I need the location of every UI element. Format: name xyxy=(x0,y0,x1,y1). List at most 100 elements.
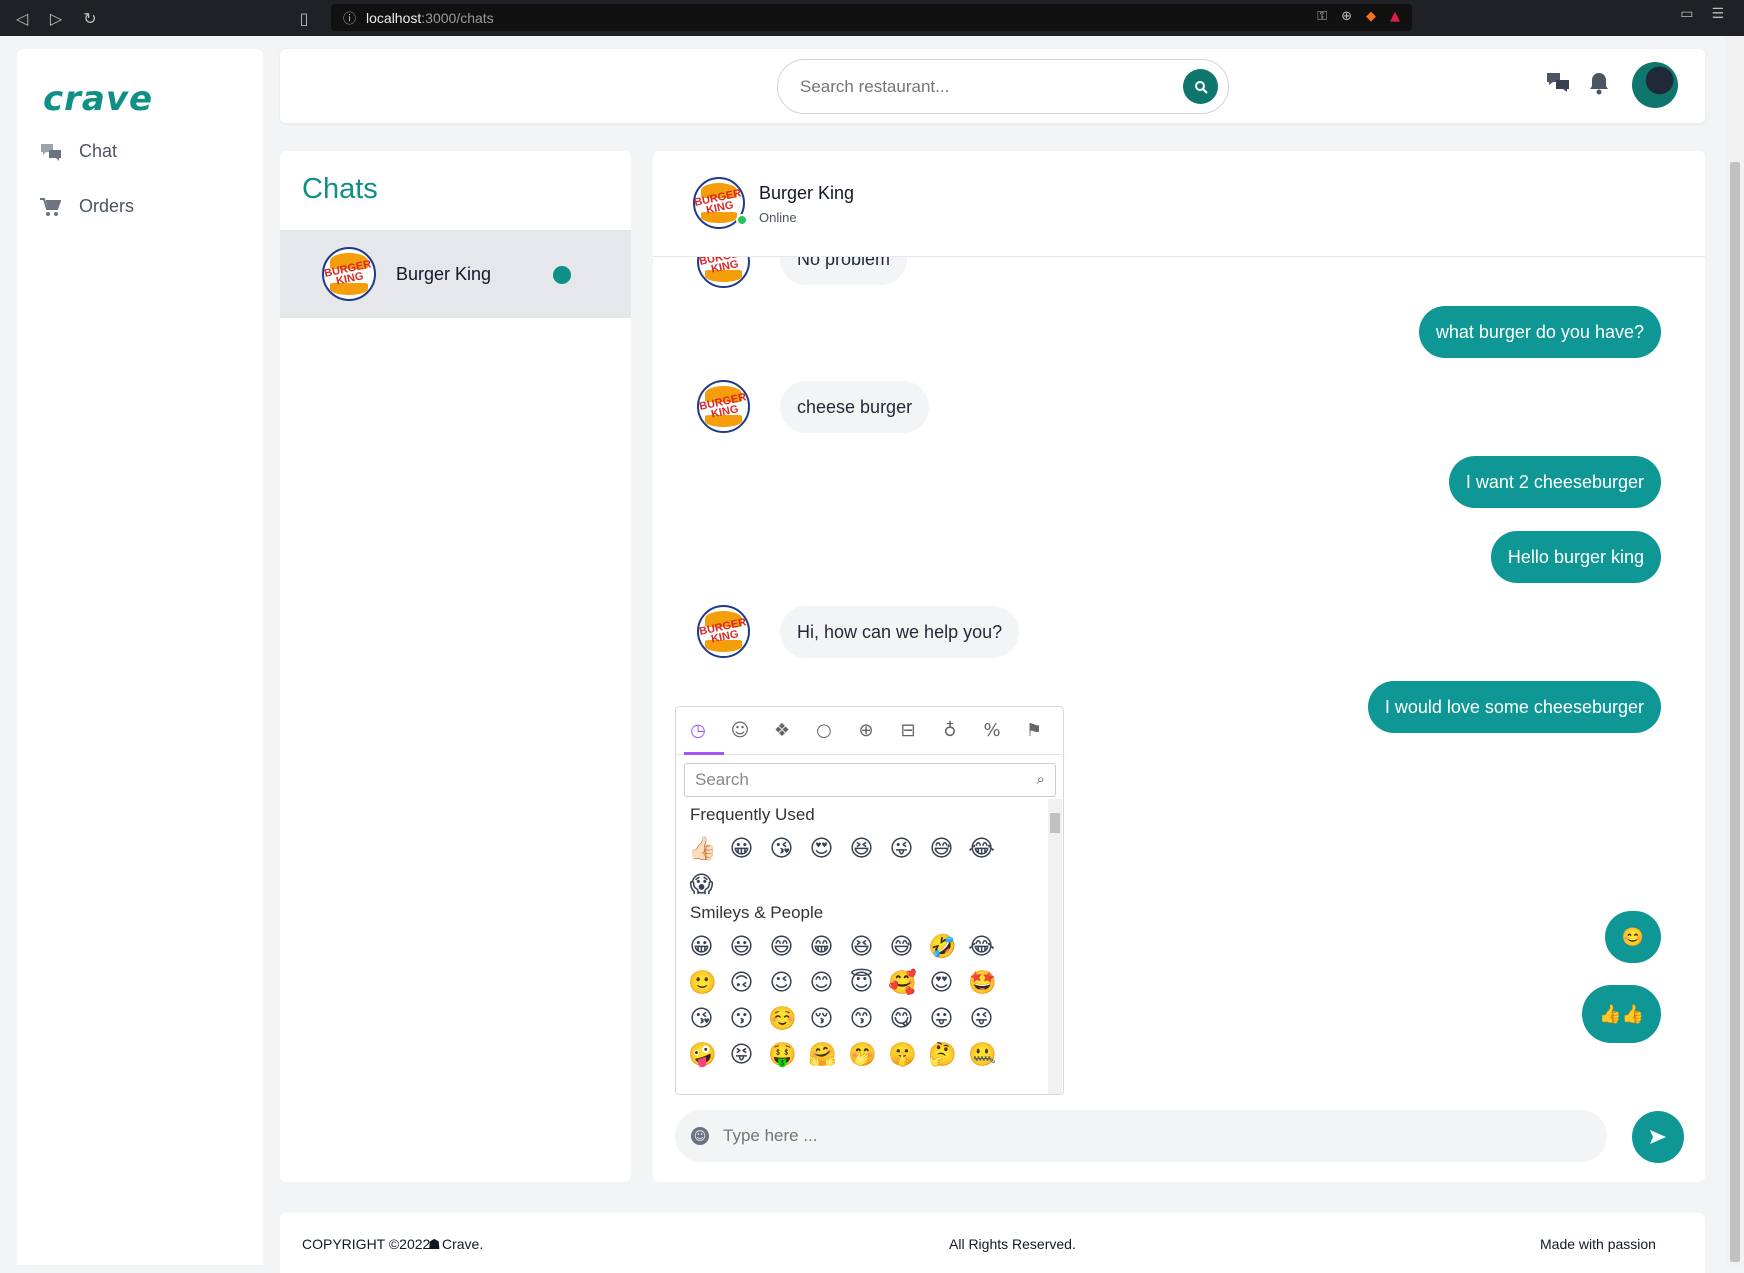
whatsapp-icon xyxy=(553,266,571,284)
message-composer: ☺ xyxy=(675,1110,1607,1162)
recent-icon[interactable]: ◷ xyxy=(686,719,710,743)
emoji-option[interactable]: 😛 xyxy=(928,1005,955,1033)
menu-icon[interactable]: ☰ xyxy=(1711,6,1724,22)
travel-icon[interactable]: ⊟ xyxy=(896,719,920,743)
site-info-icon[interactable]: ⓘ xyxy=(343,8,356,27)
back-icon[interactable]: ◁ xyxy=(10,6,34,30)
emoji-option[interactable]: 😆 xyxy=(848,835,875,863)
sidebar-item-chat[interactable]: Chat xyxy=(39,141,117,162)
bookmark-icon[interactable]: ▯ xyxy=(292,6,316,30)
emoji-option[interactable]: 🙂 xyxy=(688,969,717,997)
search-input[interactable] xyxy=(800,76,1160,97)
emoji-option[interactable]: 😙 xyxy=(848,1005,875,1033)
search-icon: ⌕ xyxy=(1036,771,1045,788)
emoji-option[interactable]: 😆 xyxy=(848,933,875,961)
emoji-toggle-icon[interactable]: ☺ xyxy=(691,1127,709,1145)
forward-icon[interactable]: ▷ xyxy=(44,6,68,30)
smiley-icon[interactable]: ☺ xyxy=(728,719,752,743)
wallet-icon[interactable]: ▭ xyxy=(1680,6,1693,22)
activity-icon[interactable]: ⊕ xyxy=(854,719,878,743)
emoji-option[interactable]: 😋 xyxy=(888,1005,915,1033)
chat-list-item[interactable]: BURGER KING Burger King xyxy=(280,230,631,318)
emoji-option[interactable]: 🤑 xyxy=(768,1041,797,1069)
emoji-option[interactable]: 🤭 xyxy=(848,1041,877,1069)
active-category-indicator xyxy=(684,752,724,755)
sidebar-item-label: Chat xyxy=(79,141,118,161)
emoji-option[interactable]: 😚 xyxy=(808,1005,835,1033)
sidebar-item-label: Orders xyxy=(79,196,135,216)
emoji-option[interactable]: 🤐 xyxy=(968,1041,997,1069)
message-outgoing: 👍👍 xyxy=(1582,985,1661,1043)
footer-rights: All Rights Reserved. xyxy=(949,1236,1076,1252)
emoji-option[interactable]: 😜 xyxy=(888,835,915,863)
emoji-option[interactable]: 🤪 xyxy=(688,1041,717,1069)
emoji-option[interactable]: 😗 xyxy=(728,1005,755,1033)
top-header xyxy=(280,49,1705,123)
emoji-option[interactable]: ☺️ xyxy=(768,1005,797,1033)
food-icon[interactable]: ○ xyxy=(812,719,836,743)
emoji-option[interactable]: 😱 xyxy=(688,871,715,899)
message-input[interactable] xyxy=(723,1126,1523,1146)
emoji-option[interactable]: 😀 xyxy=(728,835,755,863)
emoji-option[interactable]: 😄 xyxy=(768,933,795,961)
search-button[interactable] xyxy=(1183,69,1218,104)
emoji-option[interactable]: 👍🏻 xyxy=(688,835,717,863)
emoji-option[interactable]: 😉 xyxy=(768,969,795,997)
send-button[interactable] xyxy=(1632,1111,1684,1163)
zoom-icon[interactable]: ⊕ xyxy=(1341,9,1352,24)
emoji-option[interactable]: 🤣 xyxy=(928,933,957,961)
emoji-option[interactable]: 😂 xyxy=(968,835,995,863)
conversation-header: BURGER KING Burger King Online xyxy=(653,151,1705,257)
rewards-icon[interactable]: ▲ xyxy=(1390,9,1400,24)
sidebar: crave Chat Orders xyxy=(17,49,263,1265)
footer-copyright: COPYRIGHT ©2022 xyxy=(302,1236,431,1252)
emoji-search-placeholder: Search xyxy=(695,770,749,789)
emoji-section-label: Frequently Used xyxy=(690,805,815,824)
footer-burger-icon: ☗ xyxy=(428,1236,441,1252)
emoji-option[interactable]: 🤔 xyxy=(928,1041,957,1069)
object-icon[interactable]: ♁ xyxy=(938,719,962,743)
page-scrollbar[interactable] xyxy=(1726,36,1744,1265)
message-avatar: BURGERKING xyxy=(697,605,750,658)
emoji-option[interactable]: 🙃 xyxy=(728,969,755,997)
emoji-search-input[interactable]: Search ⌕ xyxy=(684,763,1056,797)
emoji-option[interactable]: 😍 xyxy=(808,835,835,863)
emoji-row: 👍🏻 😀 😘 😍 😆 😜 😅 😂 xyxy=(688,835,995,863)
online-indicator xyxy=(736,214,748,226)
sidebar-item-orders[interactable]: Orders xyxy=(39,196,134,217)
emoji-option[interactable]: 😊 xyxy=(808,969,835,997)
emoji-option[interactable]: 😀 xyxy=(688,933,715,961)
emoji-option[interactable]: 😁 xyxy=(808,933,835,961)
emoji-option[interactable]: 🤫 xyxy=(888,1041,917,1069)
chat-bubbles-icon xyxy=(39,142,63,162)
emoji-option[interactable]: 😂 xyxy=(968,933,995,961)
emoji-option[interactable]: 🤗 xyxy=(808,1041,837,1069)
emoji-picker: ◷ ☺ ❖ ○ ⊕ ⊟ ♁ % ⚑ Search ⌕ Frequently Us… xyxy=(675,706,1065,1095)
animal-icon[interactable]: ❖ xyxy=(770,719,794,743)
flag-icon[interactable]: ⚑ xyxy=(1022,719,1046,743)
emoji-option[interactable]: 😃 xyxy=(728,933,755,961)
emoji-option[interactable]: 😅 xyxy=(928,835,955,863)
symbol-icon[interactable]: % xyxy=(980,719,1004,743)
bell-icon[interactable] xyxy=(1588,71,1610,101)
brave-shield-icon[interactable]: ◆ xyxy=(1366,9,1376,24)
reload-icon[interactable]: ↻ xyxy=(78,6,102,30)
key-icon[interactable]: ⚿ xyxy=(1317,9,1327,24)
emoji-option[interactable]: 😝 xyxy=(728,1041,755,1069)
emoji-option[interactable]: 😘 xyxy=(688,1005,715,1033)
emoji-option[interactable]: 😍 xyxy=(928,969,955,997)
emoji-option[interactable]: 😜 xyxy=(968,1005,995,1033)
emoji-option[interactable]: 🤩 xyxy=(968,969,997,997)
messages-icon[interactable] xyxy=(1545,71,1571,99)
address-bar[interactable]: ⓘ localhost:3000/chats ⚿ ⊕ ◆ ▲ xyxy=(331,4,1412,31)
emoji-option[interactable]: 😇 xyxy=(848,969,875,997)
crave-logo[interactable]: crave xyxy=(43,79,153,119)
emoji-scrollbar[interactable] xyxy=(1048,799,1062,1094)
emoji-option[interactable]: 😅 xyxy=(888,933,915,961)
emoji-option[interactable]: 😘 xyxy=(768,835,795,863)
emoji-option[interactable]: 🥰 xyxy=(888,969,917,997)
send-icon xyxy=(1650,1130,1666,1144)
user-avatar[interactable] xyxy=(1632,62,1678,108)
footer: COPYRIGHT ©2022 ☗ Crave. All Rights Rese… xyxy=(280,1213,1705,1273)
search-icon xyxy=(1194,80,1208,94)
